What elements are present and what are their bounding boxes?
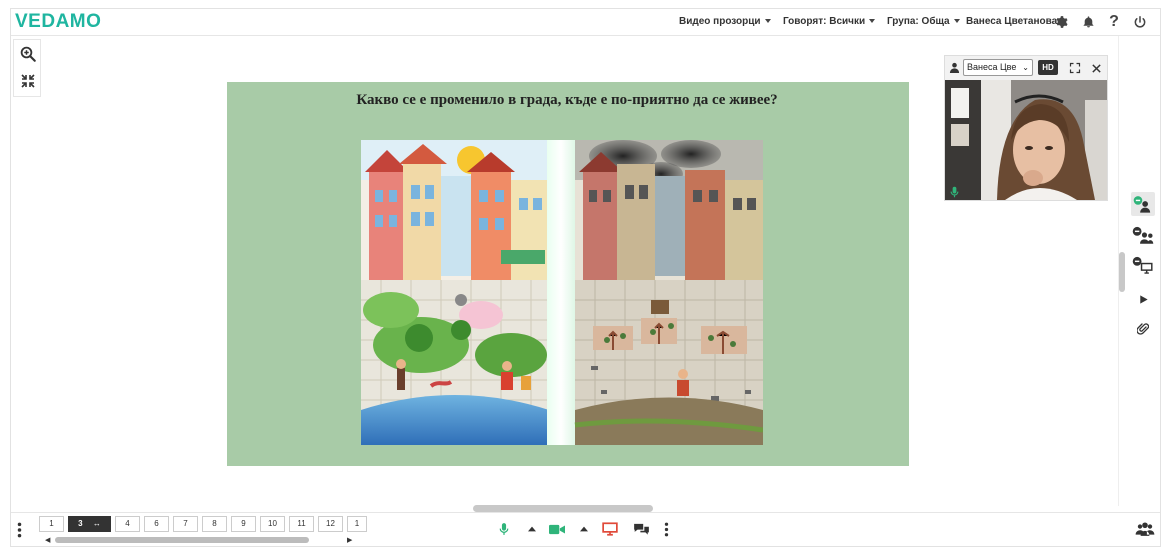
gear-icon[interactable]: [1054, 13, 1070, 31]
group-label: Група: Обща: [887, 16, 950, 27]
page-tab[interactable]: 11: [289, 516, 314, 532]
screen-share-user-icon[interactable]: [1131, 253, 1155, 277]
more-options-icon[interactable]: [657, 520, 675, 538]
video-window: Ванеса Цве ⌄ HD: [944, 55, 1108, 201]
video-user-value: Ванеса Цве: [967, 62, 1017, 72]
more-options-icon[interactable]: [17, 522, 22, 543]
screen-share-icon[interactable]: [601, 520, 619, 538]
chevron-down-icon: [764, 19, 771, 24]
participant-icon[interactable]: [1131, 192, 1155, 216]
group-menu[interactable]: Група: Обща: [887, 16, 960, 27]
chevron-down-icon: ⌄: [1022, 63, 1029, 72]
page-tab[interactable]: 10: [260, 516, 285, 532]
bell-icon[interactable]: [1080, 13, 1096, 31]
collapse-icon[interactable]: [18, 71, 38, 91]
speaking-label: Говорят: Всички: [783, 16, 866, 27]
power-icon[interactable]: [1132, 13, 1148, 31]
page-tab[interactable]: 1: [347, 516, 367, 532]
page-tab[interactable]: 1: [39, 516, 64, 532]
horizontal-scrollbar[interactable]: [473, 505, 653, 512]
chevron-down-icon: [869, 19, 876, 24]
zoom-in-icon[interactable]: [18, 44, 38, 64]
microphone-icon[interactable]: [495, 520, 513, 538]
speaking-menu[interactable]: Говорят: Всички: [783, 16, 876, 27]
hd-quality-badge[interactable]: HD: [1038, 60, 1058, 75]
participant-video-feed: [945, 80, 1107, 200]
attachment-icon[interactable]: [1131, 317, 1155, 341]
page-tab[interactable]: 4: [115, 516, 140, 532]
scroll-left-icon[interactable]: ◀: [45, 536, 50, 544]
page-tab[interactable]: 9: [231, 516, 256, 532]
camera-options-chevron-up-icon[interactable]: [575, 520, 593, 538]
video-user-select[interactable]: Ванеса Цве ⌄: [963, 59, 1033, 76]
page-tab[interactable]: 7: [173, 516, 198, 532]
bottom-bar: 1 3 ↔ 4 6 7 8 9 10 11 12 1 ◀ ▶: [11, 512, 1160, 546]
page-tabs: 1 3 ↔ 4 6 7 8 9 10 11 12 1: [39, 516, 367, 532]
fullscreen-icon[interactable]: [1069, 61, 1081, 79]
play-icon[interactable]: [1131, 287, 1155, 311]
video-window-header: Ванеса Цве ⌄ HD: [945, 56, 1107, 80]
scroll-right-icon[interactable]: ▶: [347, 536, 352, 544]
city-comparison-picture: [361, 140, 763, 445]
page-tab[interactable]: 6: [144, 516, 169, 532]
chevron-down-icon: [953, 19, 960, 24]
user-name[interactable]: Ванеса Цветанова: [966, 16, 1057, 27]
close-icon[interactable]: [1091, 61, 1102, 79]
mic-options-chevron-up-icon[interactable]: [523, 520, 541, 538]
person-icon: [949, 61, 960, 79]
help-icon[interactable]: ?: [1106, 13, 1122, 31]
page-tab[interactable]: 8: [202, 516, 227, 532]
vedamo-logo: VEDAMO: [15, 11, 102, 32]
swap-arrows-icon: ↔: [92, 519, 101, 528]
presentation-slide: Какво се е променило в града, къде е по-…: [227, 82, 909, 466]
vertical-scrollbar[interactable]: [1119, 252, 1125, 292]
video-windows-label: Видео прозорци: [679, 16, 761, 27]
slide-title: Какво се е променило в града, къде е по-…: [356, 92, 778, 108]
video-windows-menu[interactable]: Видео прозорци: [679, 16, 771, 27]
chat-icon[interactable]: [632, 520, 650, 538]
app-frame: VEDAMO Видео прозорци Говорят: Всички Гр…: [10, 8, 1161, 547]
current-page-number: 3: [78, 519, 83, 528]
camera-icon[interactable]: [548, 520, 566, 538]
zoom-toolbar: [13, 39, 41, 97]
page-tabs-scrollbar[interactable]: ◀ ▶: [45, 536, 353, 544]
page-tab-current[interactable]: 3 ↔: [68, 516, 111, 532]
participants-group-icon[interactable]: [1131, 223, 1155, 247]
microphone-icon: [950, 185, 959, 203]
people-icon[interactable]: [1134, 520, 1156, 538]
top-bar: VEDAMO Видео прозорци Говорят: Всички Гр…: [11, 9, 1160, 36]
page-tabs-scroll-thumb[interactable]: [55, 537, 309, 543]
page-tab[interactable]: 12: [318, 516, 343, 532]
